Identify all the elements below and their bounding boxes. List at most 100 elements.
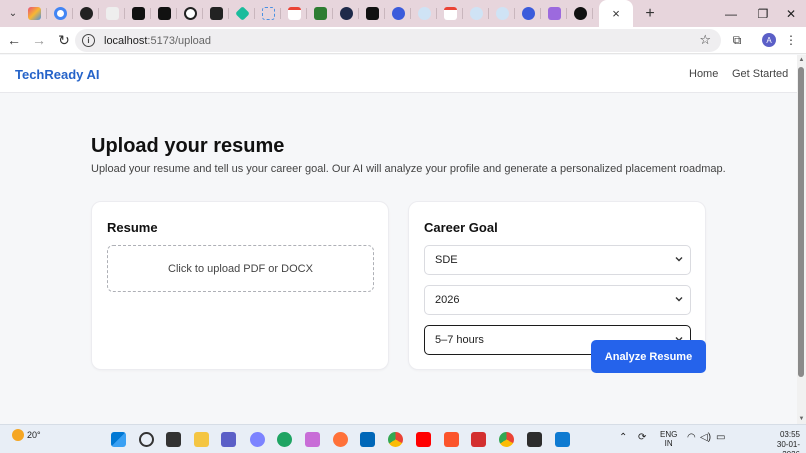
minimize-icon[interactable]: — — [716, 0, 746, 27]
tab-favicon-icon — [365, 7, 379, 20]
brand-logo[interactable]: TechReady AI — [15, 67, 100, 82]
system-clock[interactable]: 03:55 30-01-2026 — [760, 430, 800, 453]
language-indicator[interactable]: ENG IN — [660, 430, 677, 448]
url-path: :5173/upload — [147, 34, 212, 47]
battery-icon[interactable]: ▭ — [716, 432, 725, 443]
analyze-resume-button[interactable]: Analyze Resume — [591, 340, 706, 373]
app-icon[interactable] — [250, 432, 265, 447]
tab[interactable] — [73, 0, 99, 27]
tab-favicon-icon — [469, 7, 483, 20]
file-explorer-icon[interactable] — [194, 432, 209, 447]
chrome-active-icon[interactable] — [499, 432, 514, 447]
role-select[interactable]: SDE — [424, 245, 691, 275]
address-bar[interactable]: i localhost:5173/upload ☆ — [75, 29, 721, 52]
browser-tabstrip: ⌄ × + — ❐ ✕ — [0, 0, 806, 27]
close-window-icon[interactable]: ✕ — [776, 0, 806, 27]
back-icon[interactable]: ← — [3, 29, 25, 51]
scroll-up-icon[interactable]: ▲ — [797, 55, 806, 65]
wifi-icon[interactable]: ◠ — [687, 432, 696, 443]
url-host: localhost — [104, 34, 148, 47]
terminal-icon[interactable] — [527, 432, 542, 447]
youtube-icon[interactable] — [416, 432, 431, 447]
tab[interactable] — [359, 0, 385, 27]
tab[interactable] — [333, 0, 359, 27]
app-header: TechReady AI Home Get Started — [0, 55, 797, 93]
scroll-down-icon[interactable]: ▼ — [797, 414, 806, 424]
tab[interactable] — [515, 0, 541, 27]
google-icon — [53, 7, 67, 20]
edge-icon[interactable] — [277, 432, 292, 447]
gmail-icon — [287, 7, 301, 20]
store-icon[interactable] — [360, 432, 375, 447]
brave-icon[interactable] — [444, 432, 459, 447]
profile-avatar[interactable]: A — [758, 29, 780, 51]
vscode-icon[interactable] — [555, 432, 570, 447]
tray-app-icon[interactable]: ⟳ — [638, 432, 646, 443]
firefox-icon[interactable] — [333, 432, 348, 447]
extensions-icon[interactable]: ⧉ — [726, 29, 748, 51]
tab[interactable] — [99, 0, 125, 27]
career-goal-card-title: Career Goal — [424, 220, 498, 235]
tab[interactable] — [229, 0, 255, 27]
site-info-icon[interactable]: i — [82, 34, 95, 47]
tab-favicon-icon — [391, 7, 405, 20]
clock-time: 03:55 — [779, 430, 800, 439]
tab-close-icon[interactable]: × — [612, 6, 620, 21]
search-icon[interactable] — [139, 432, 154, 447]
nav-home-link[interactable]: Home — [689, 68, 718, 80]
volume-icon[interactable]: ◁) — [700, 432, 711, 443]
tab[interactable] — [255, 0, 281, 27]
taskbar: 20° ⌃ ⟳ ENG IN ◠ ◁) ▭ 03:55 30-01-2026 — [0, 424, 806, 453]
tab-favicon-icon — [339, 7, 353, 20]
tab[interactable] — [385, 0, 411, 27]
tab[interactable] — [411, 0, 437, 27]
tab-favicon-icon — [183, 7, 197, 20]
reload-icon[interactable]: ↻ — [53, 29, 75, 51]
tab[interactable] — [203, 0, 229, 27]
weather-widget[interactable]: 20° — [12, 429, 41, 441]
tab[interactable] — [541, 0, 567, 27]
resume-dropzone[interactable]: Click to upload PDF or DOCX — [107, 245, 374, 292]
tab-favicon-icon — [547, 7, 561, 20]
tab[interactable] — [281, 0, 307, 27]
task-view-icon[interactable] — [166, 432, 181, 447]
tab[interactable] — [463, 0, 489, 27]
resume-card-title: Resume — [107, 220, 158, 235]
tab[interactable] — [489, 0, 515, 27]
menu-icon[interactable]: ⋮ — [780, 29, 802, 51]
tab-search-icon[interactable]: ⌄ — [5, 6, 21, 22]
bookmark-star-icon[interactable]: ☆ — [699, 32, 711, 48]
restore-icon[interactable]: ❐ — [748, 0, 778, 27]
teams-icon[interactable] — [221, 432, 236, 447]
tab[interactable] — [437, 0, 463, 27]
tab-active[interactable]: × — [599, 0, 633, 27]
nav-get-started-link[interactable]: Get Started — [732, 68, 788, 80]
scrollbar-thumb[interactable] — [798, 67, 804, 377]
year-select[interactable]: 2026 — [424, 285, 691, 315]
chrome-icon[interactable] — [388, 432, 403, 447]
browser-toolbar: ← → ↻ i localhost:5173/upload ☆ ⧉ A ⋮ — [0, 27, 806, 54]
tab-favicon-icon — [261, 7, 275, 20]
tab[interactable] — [177, 0, 203, 27]
new-tab-button[interactable]: + — [639, 3, 661, 25]
acrobat-icon[interactable] — [471, 432, 486, 447]
copilot-icon[interactable] — [305, 432, 320, 447]
gmail-icon — [443, 7, 457, 20]
chevron-down-icon — [674, 254, 684, 264]
github-icon — [79, 7, 93, 20]
tab-favicon-icon — [27, 7, 41, 20]
tab[interactable] — [567, 0, 593, 27]
tray-overflow-icon[interactable]: ⌃ — [619, 432, 627, 443]
role-select-value: SDE — [435, 254, 458, 266]
page-scrollbar[interactable]: ▲ ▼ — [797, 55, 806, 424]
tab-favicon-icon — [209, 7, 223, 20]
windows-start-icon[interactable] — [111, 432, 126, 447]
tab-favicon-icon — [417, 7, 431, 20]
forward-icon[interactable]: → — [28, 29, 50, 51]
hours-select-value: 5–7 hours — [435, 334, 484, 346]
tab[interactable] — [307, 0, 333, 27]
tab[interactable] — [151, 0, 177, 27]
tab[interactable] — [47, 0, 73, 27]
tab[interactable] — [125, 0, 151, 27]
tab[interactable] — [21, 0, 47, 27]
